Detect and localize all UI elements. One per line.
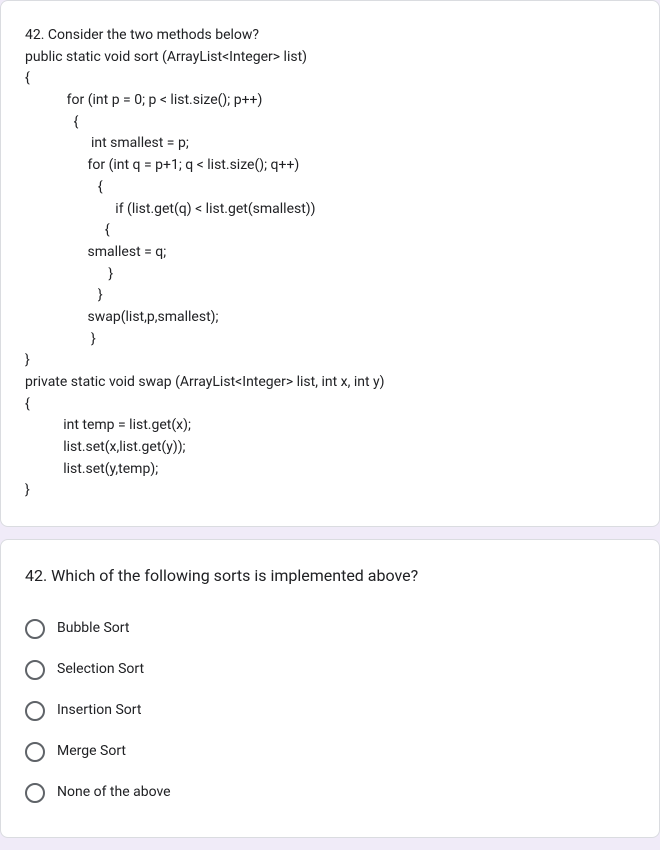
option-label: Bubble Sort xyxy=(57,618,129,639)
radio-icon xyxy=(25,701,45,721)
option-insertion-sort[interactable]: Insertion Sort xyxy=(25,690,635,731)
option-merge-sort[interactable]: Merge Sort xyxy=(25,731,635,772)
option-none-of-the-above[interactable]: None of the above xyxy=(25,772,635,813)
option-bubble-sort[interactable]: Bubble Sort xyxy=(25,608,635,649)
question-card: 42. Which of the following sorts is impl… xyxy=(0,539,660,838)
radio-icon xyxy=(25,660,45,680)
option-label: Selection Sort xyxy=(57,659,144,680)
radio-icon xyxy=(25,783,45,803)
option-selection-sort[interactable]: Selection Sort xyxy=(25,649,635,690)
radio-icon xyxy=(25,742,45,762)
option-label: None of the above xyxy=(57,782,171,803)
code-block: 42. Consider the two methods below? publ… xyxy=(25,25,635,502)
question-text: 42. Which of the following sorts is impl… xyxy=(25,564,635,588)
option-label: Merge Sort xyxy=(57,741,126,762)
code-card: 42. Consider the two methods below? publ… xyxy=(0,0,660,527)
radio-icon xyxy=(25,619,45,639)
option-label: Insertion Sort xyxy=(57,700,141,721)
